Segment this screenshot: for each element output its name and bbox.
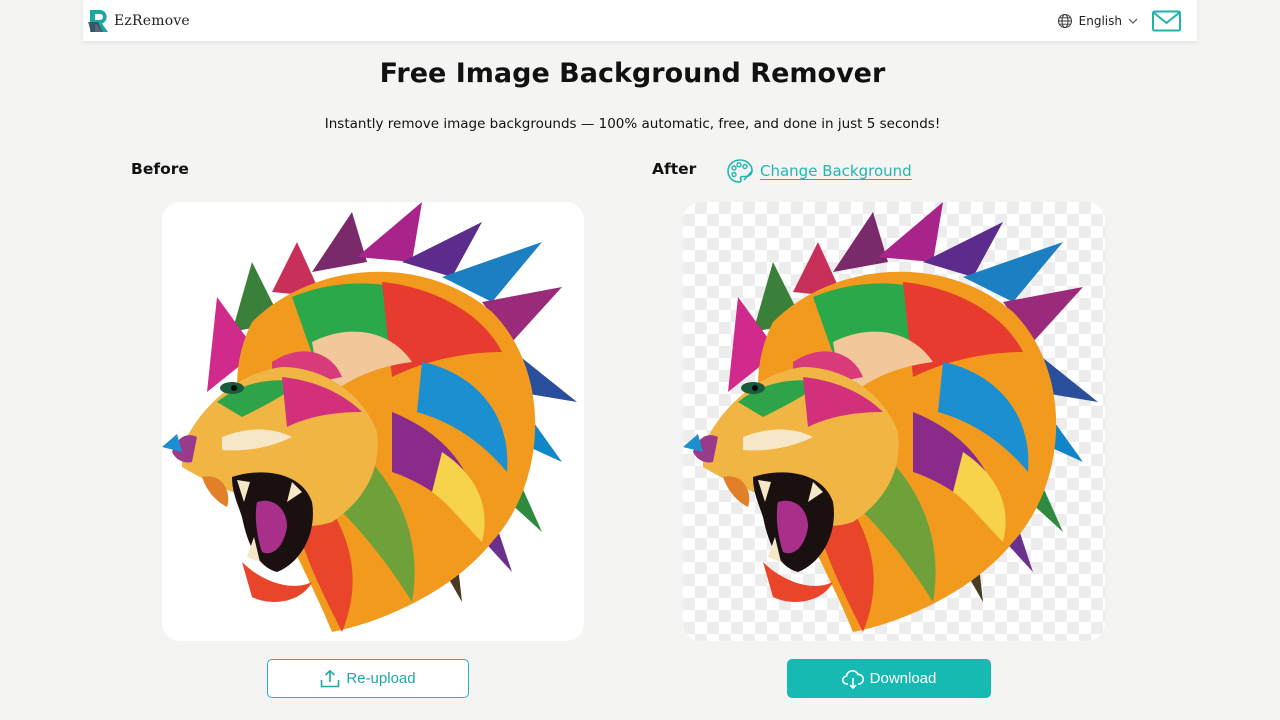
change-background-text: Change Background [760,162,912,180]
upload-icon [321,669,340,688]
after-label: After [652,160,697,178]
before-label: Before [131,160,189,178]
cloud-download-icon [841,669,864,689]
page-title: Free Image Background Remover [379,58,886,89]
reupload-button[interactable]: Re-upload [267,659,469,698]
globe-icon [1057,13,1072,28]
ezremove-logo-icon [88,9,108,32]
lion-original-image [162,202,577,632]
lion-cutout-image [683,202,1098,632]
language-label: English [1078,13,1122,28]
page-subtitle: Instantly remove image backgrounds — 100… [324,116,941,132]
palette-icon [727,159,753,183]
brand-name: EzRemove [114,12,190,29]
download-button[interactable]: Download [787,659,991,698]
download-label: Download [869,670,937,687]
language-selector[interactable]: English [1057,13,1138,29]
reupload-label: Re-upload [346,670,416,687]
after-image-panel [683,202,1105,641]
top-navbar: EzRemove English [83,0,1197,41]
brand[interactable]: EzRemove [87,8,190,34]
change-background-link[interactable]: Change Background [726,158,912,184]
before-image-panel [162,202,584,641]
nav-right: English [1057,10,1181,32]
chevron-down-icon [1128,18,1138,24]
mail-icon[interactable] [1152,10,1181,32]
